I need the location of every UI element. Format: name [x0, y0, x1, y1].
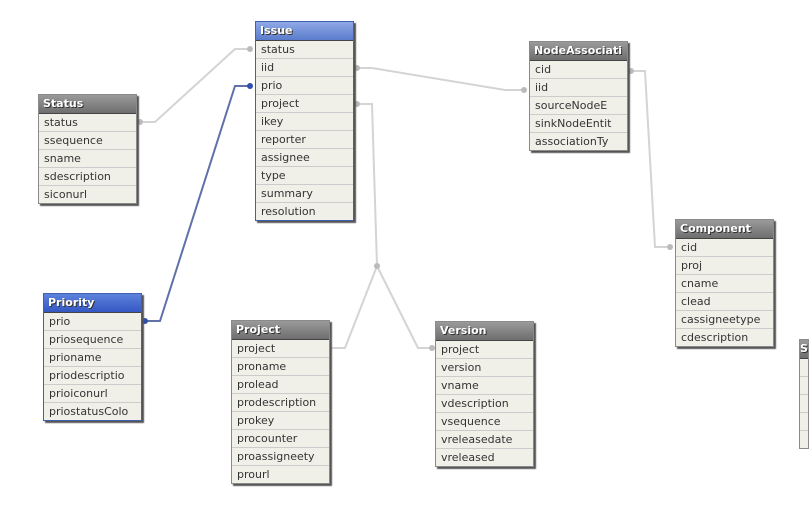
link-iid [357, 67, 524, 91]
field-row[interactable]: cassigneetype [676, 311, 773, 329]
field-row[interactable]: prokey [232, 412, 329, 430]
field-row[interactable]: assignee [256, 149, 353, 167]
table-title[interactable]: Priority [44, 294, 141, 313]
field-row[interactable]: prioiconurl [44, 385, 141, 403]
field-row[interactable]: project [256, 95, 353, 113]
field-row[interactable]: proname [232, 358, 329, 376]
field-row[interactable]: resolution [256, 203, 353, 220]
field-row[interactable]: proassigneety [232, 448, 329, 466]
link-project-version [376, 265, 432, 349]
field-row[interactable] [800, 431, 808, 448]
field-row[interactable]: priosequence [44, 331, 141, 349]
table-title[interactable]: S [800, 340, 808, 359]
field-row[interactable]: sname [39, 150, 136, 168]
field-row[interactable]: project [232, 340, 329, 358]
field-row[interactable]: prodescription [232, 394, 329, 412]
table-priority[interactable]: Priority prio priosequence prioname priodesc… [43, 293, 142, 421]
table-status[interactable]: Status status ssequence sname sdescription si… [38, 94, 137, 204]
field-row[interactable]: vreleasedate [436, 431, 533, 449]
field-row[interactable]: version [436, 359, 533, 377]
field-row[interactable]: prourl [232, 466, 329, 483]
field-row[interactable]: ikey [256, 113, 353, 131]
link-project [357, 103, 378, 267]
table-nodeassociation[interactable]: NodeAssociati cid iid sourceNodeE sinkNodeEn… [529, 41, 628, 151]
field-row[interactable] [800, 377, 808, 395]
field-row[interactable]: iid [256, 59, 353, 77]
table-title[interactable]: NodeAssociati [530, 42, 627, 61]
field-row[interactable]: priodescriptio [44, 367, 141, 385]
field-row[interactable]: vsequence [436, 413, 533, 431]
table-title[interactable]: Status [39, 95, 136, 114]
field-row[interactable]: cid [530, 61, 627, 79]
link-prio [145, 85, 250, 322]
field-row[interactable]: clead [676, 293, 773, 311]
field-row[interactable] [800, 395, 808, 413]
field-row[interactable]: project [436, 341, 533, 359]
table-project[interactable]: Project project proname prolead prodescripti… [231, 320, 330, 484]
field-row[interactable]: sourceNodeE [530, 97, 627, 115]
field-row[interactable]: cid [676, 239, 773, 257]
table-title[interactable]: Version [436, 322, 533, 341]
field-row[interactable]: vname [436, 377, 533, 395]
field-row[interactable]: prolead [232, 376, 329, 394]
field-row[interactable]: sdescription [39, 168, 136, 186]
field-row[interactable]: proj [676, 257, 773, 275]
table-title[interactable]: Issue [256, 22, 353, 41]
field-row[interactable]: sinkNodeEntit [530, 115, 627, 133]
field-row[interactable]: vreleased [436, 449, 533, 466]
table-partial[interactable]: S [799, 339, 809, 449]
field-row[interactable]: prio [44, 313, 141, 331]
field-row[interactable]: associationTy [530, 133, 627, 150]
field-row[interactable] [800, 413, 808, 431]
field-row[interactable]: reporter [256, 131, 353, 149]
field-row[interactable]: ssequence [39, 132, 136, 150]
table-component[interactable]: Component cid proj cname clead cassigneetype c… [675, 219, 774, 347]
field-row[interactable]: priostatusColo [44, 403, 141, 420]
field-row[interactable]: type [256, 167, 353, 185]
field-row[interactable]: procounter [232, 430, 329, 448]
link-project-project [328, 265, 378, 349]
field-row[interactable]: cdescription [676, 329, 773, 346]
field-row[interactable]: cname [676, 275, 773, 293]
field-row[interactable] [800, 359, 808, 377]
field-row[interactable]: prio [256, 77, 353, 95]
field-row[interactable]: status [256, 41, 353, 59]
field-row[interactable]: iid [530, 79, 627, 97]
field-row[interactable]: summary [256, 185, 353, 203]
field-row[interactable]: prioname [44, 349, 141, 367]
field-row[interactable]: siconurl [39, 186, 136, 203]
table-issue[interactable]: Issue status iid prio project ikey reporter ass… [255, 21, 354, 221]
field-row[interactable]: vdescription [436, 395, 533, 413]
link-status [140, 48, 250, 123]
link-cid [631, 70, 670, 248]
table-version[interactable]: Version project version vname vdescription vs… [435, 321, 534, 467]
table-title[interactable]: Project [232, 321, 329, 340]
field-row[interactable]: status [39, 114, 136, 132]
table-title[interactable]: Component [676, 220, 773, 239]
